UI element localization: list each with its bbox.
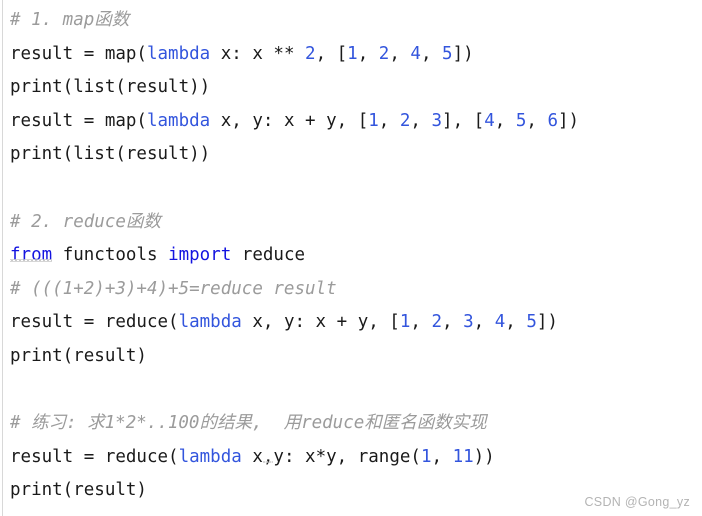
code-token: x, y: x + y, [: [241, 312, 400, 333]
code-token: ,: [442, 312, 464, 333]
code-token: result = map(: [10, 43, 147, 64]
code-token: x, y: x + y, [: [210, 110, 369, 131]
code-line-14[interactable]: result = reduce(lambda x,y: x*y, range(1…: [0, 441, 702, 475]
number-token: 2: [431, 312, 443, 333]
code-token: functools: [52, 245, 169, 266]
code-line-3[interactable]: print(list(result)): [0, 71, 702, 105]
number-token: 5: [442, 43, 453, 64]
comment-token: # 1. map函数: [10, 10, 130, 30]
code-token: result = reduce(: [10, 446, 179, 467]
code-token: print(list(result)): [10, 144, 211, 165]
code-line-12-blank[interactable]: [0, 374, 702, 408]
code-token: print(list(result)): [10, 77, 211, 98]
number-token: 11: [452, 446, 474, 467]
code-token: ,: [420, 43, 443, 64]
code-token: , [: [315, 43, 348, 64]
number-token: 6: [547, 110, 558, 131]
code-line-7[interactable]: # 2. reduce函数: [0, 206, 702, 240]
code-token: ,: [494, 110, 516, 131]
keyword-lambda: lambda: [178, 446, 242, 467]
number-token: 4: [484, 110, 495, 131]
code-token: print(result): [10, 345, 147, 366]
comment-token: # 2. reduce函数: [10, 211, 161, 232]
code-token: reduce: [231, 245, 306, 266]
number-token: 3: [463, 312, 474, 333]
code-token: ]): [536, 312, 558, 333]
code-token: ,: [357, 43, 379, 64]
code-token: ,: [410, 110, 432, 131]
keyword-lambda: lambda: [146, 43, 211, 64]
number-token: 1: [399, 312, 411, 333]
number-token: 1: [368, 110, 379, 131]
code-token: result = map(: [10, 110, 147, 131]
keyword-import: import: [168, 245, 232, 266]
comment-token: # (((1+2)+3)+4)+5=reduce result: [10, 278, 337, 299]
number-token: 3: [431, 110, 443, 131]
code-token: x: [241, 446, 263, 467]
code-token: ,: [526, 110, 548, 131]
code-line-5[interactable]: print(list(result)): [0, 138, 702, 172]
keyword-from: from: [10, 245, 53, 266]
code-line-13[interactable]: # 练习: 求1*2*..100的结果, 用reduce和匿名函数实现: [0, 407, 702, 441]
code-token: ,: [378, 110, 400, 131]
number-token: 4: [494, 312, 506, 333]
code-line-9[interactable]: # (((1+2)+3)+4)+5=reduce result: [0, 273, 702, 307]
number-token: 2: [399, 110, 411, 131]
code-token: ]): [452, 43, 474, 64]
code-line-4[interactable]: result = map(lambda x, y: x + y, [1, 2, …: [0, 105, 702, 139]
keyword-lambda: lambda: [146, 110, 211, 131]
code-token: y: x*y, range(: [273, 446, 421, 467]
number-token: 4: [410, 43, 421, 64]
code-token: ,: [473, 312, 495, 333]
code-token: )): [473, 446, 495, 467]
code-token: ], [: [442, 110, 485, 131]
code-token: ,: [505, 312, 527, 333]
keyword-lambda: lambda: [178, 312, 242, 333]
code-token-comma: ,: [262, 446, 274, 467]
code-line-11[interactable]: print(result): [0, 340, 702, 374]
code-token: ,: [410, 312, 432, 333]
number-token: 2: [305, 43, 316, 64]
number-token: 5: [526, 312, 537, 333]
watermark: CSDN @Gong_yz: [584, 495, 690, 509]
number-token: 1: [420, 446, 432, 467]
comment-token: # 练习: 求1*2*..100的结果, 用reduce和匿名函数实现: [10, 413, 487, 434]
code-token: ,: [431, 446, 453, 467]
code-line-10[interactable]: result = reduce(lambda x, y: x + y, [1, …: [0, 306, 702, 340]
number-token: 5: [515, 110, 527, 131]
number-token: 1: [347, 43, 358, 64]
code-line-6-blank[interactable]: [0, 172, 702, 206]
code-line-8[interactable]: from functools import reduce: [0, 239, 702, 273]
code-line-1[interactable]: # 1. map函数: [0, 4, 702, 38]
code-token: ,: [389, 43, 411, 64]
code-editor-content[interactable]: # 1. map函数 result = map(lambda x: x ** 2…: [0, 0, 702, 508]
number-token: 2: [378, 43, 390, 64]
code-token: ]): [557, 110, 580, 131]
code-token: x: x **: [210, 43, 306, 64]
code-line-2[interactable]: result = map(lambda x: x ** 2, [1, 2, 4,…: [0, 38, 702, 72]
code-token: print(result): [10, 480, 147, 501]
code-token: result = reduce(: [10, 312, 179, 333]
